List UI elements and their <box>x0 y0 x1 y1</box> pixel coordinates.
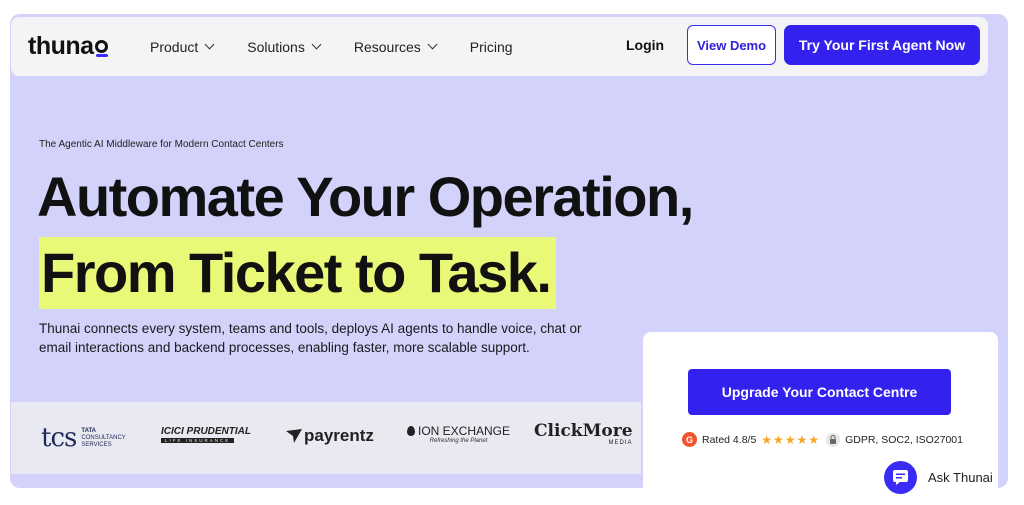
menu-resources[interactable]: Resources <box>353 38 438 55</box>
star-icon: ★★★★★ <box>761 432 821 447</box>
lock-icon <box>826 432 841 447</box>
logo-tcs: tcs TATA CONSULTANCY SERVICES <box>41 423 126 453</box>
menu-pricing-label: Pricing <box>469 38 513 55</box>
payrentz-mark: payrentz <box>304 426 374 445</box>
menu-solutions-label: Solutions <box>247 38 305 55</box>
rating-text: Rated 4.8/5 <box>702 433 757 446</box>
upgrade-contact-centre-button[interactable]: Upgrade Your Contact Centre <box>688 369 951 415</box>
icici-sub: LIFE INSURANCE <box>161 438 235 443</box>
menu-resources-label: Resources <box>353 38 421 55</box>
ion-mark: ION EXCHANGE <box>418 424 511 438</box>
tcs-line3: SERVICES <box>81 441 112 448</box>
top-navbar: thuna Product Solutions Resources Pricin… <box>11 17 988 76</box>
menu-product[interactable]: Product <box>150 38 215 55</box>
chevron-down-icon <box>204 39 215 50</box>
ask-thunai-label: Ask Thunai <box>928 470 993 485</box>
logo-payrentz: payrentz <box>286 426 374 446</box>
chevron-down-icon <box>311 39 322 50</box>
clickmore-sub: MEDIA <box>608 440 633 446</box>
main-menu: Product Solutions Resources Pricing <box>150 17 547 76</box>
g2-icon: G <box>682 432 697 447</box>
menu-pricing[interactable]: Pricing <box>470 39 513 55</box>
compliance-text: GDPR, SOC2, ISO27001 <box>845 433 963 446</box>
ion-drop-icon <box>407 426 415 436</box>
rating-row: G Rated 4.8/5 ★★★★★ GDPR, SOC2, ISO27001 <box>682 432 963 447</box>
menu-solutions[interactable]: Solutions <box>247 38 322 55</box>
logo-mark-icon <box>94 40 109 58</box>
tcs-line2: CONSULTANCY <box>81 434 126 441</box>
ion-sub: Refreshing the Planet <box>429 438 488 444</box>
try-agent-button[interactable]: Try Your First Agent Now <box>784 25 980 65</box>
logo-ion-exchange: ION EXCHANGE Refreshing the Planet <box>407 424 510 444</box>
payrentz-icon <box>286 429 302 443</box>
login-link[interactable]: Login <box>626 37 664 53</box>
logo-icici-prudential: ICICI PRUDENTIAL LIFE INSURANCE <box>161 426 251 443</box>
chat-icon[interactable] <box>884 461 917 494</box>
logo-clickmore-media: ClickMore MEDIA <box>534 422 633 446</box>
tcs-mark: tcs <box>41 423 77 453</box>
client-logo-strip: tcs TATA CONSULTANCY SERVICES ICICI PRUD… <box>11 402 641 474</box>
menu-product-label: Product <box>150 38 199 55</box>
view-demo-button[interactable]: View Demo <box>687 25 776 65</box>
logo-text: thuna <box>28 31 94 60</box>
chevron-down-icon <box>427 39 438 50</box>
thunai-logo[interactable]: thuna <box>28 33 109 59</box>
hero-description: Thunai connects every system, teams and … <box>39 321 582 355</box>
ask-thunai-chat-launcher[interactable]: Ask Thunai <box>884 461 993 494</box>
hero-eyebrow: The Agentic AI Middleware for Modern Con… <box>39 139 284 150</box>
headline-line-1: Automate Your Operation, <box>37 165 694 228</box>
tcs-line1: TATA <box>81 427 97 434</box>
icici-mark: ICICI PRUDENTIAL <box>161 426 251 437</box>
clickmore-mark: ClickMore <box>534 421 633 441</box>
headline-line-2-highlighted: From Ticket to Task. <box>39 237 557 309</box>
